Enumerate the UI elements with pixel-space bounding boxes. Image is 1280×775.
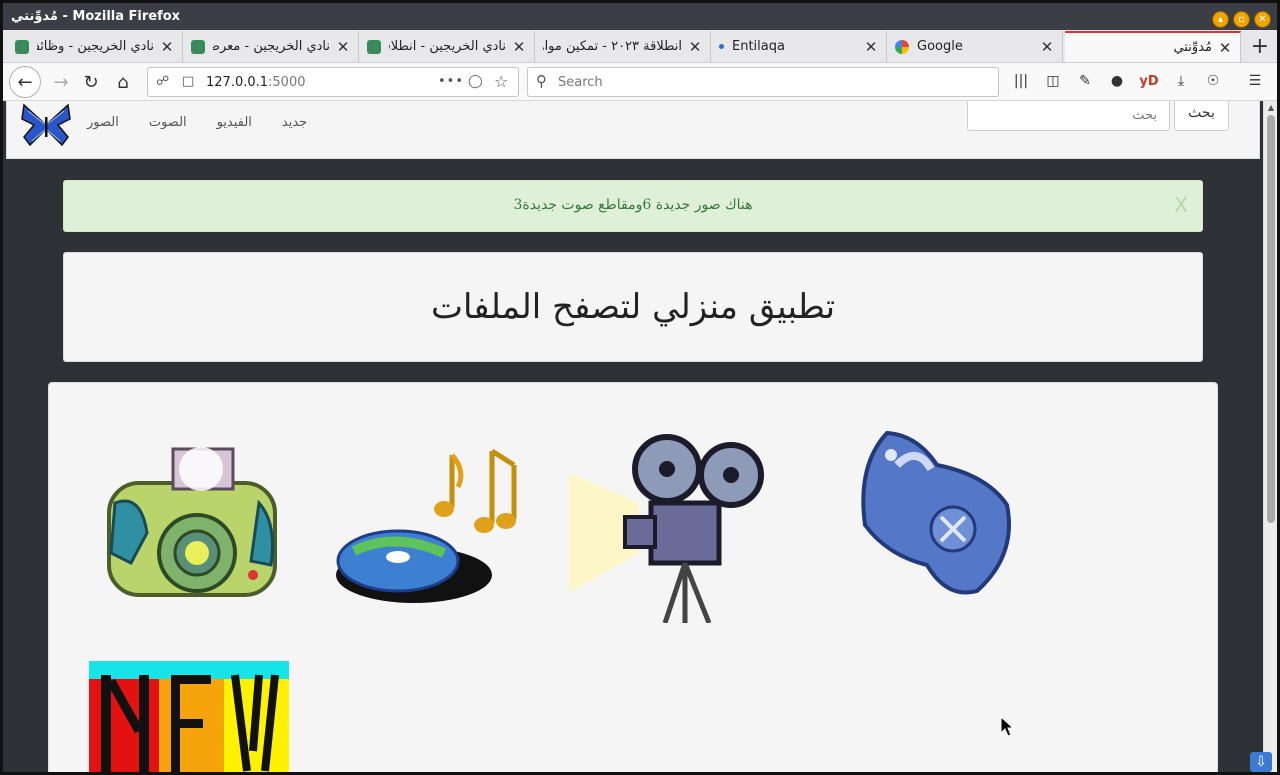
tab-label: نادي الخريجين - وظائف <box>37 39 154 54</box>
search-icon: ⚲ <box>536 72 547 90</box>
menu-icon[interactable]: ☰ <box>1245 71 1265 91</box>
minimize-icon[interactable]: ▴ <box>1212 11 1229 28</box>
butterfly-logo-icon[interactable] <box>20 103 72 147</box>
tab-label: نادي الخريجين - معرض <box>213 39 330 54</box>
download-icon[interactable]: ⤓ <box>1171 71 1191 91</box>
bookmark-star-icon[interactable]: ☆ <box>494 72 508 91</box>
back-button[interactable]: ← <box>9 66 41 98</box>
tab-alumni-launch[interactable]: نادي الخريجين - انطلاقة ✕ <box>359 31 535 62</box>
tab-label: Google <box>917 39 963 54</box>
scrollbar-thumb[interactable] <box>1267 115 1275 523</box>
tab-entilaqa[interactable]: Entilaqa ✕ <box>711 31 887 62</box>
download-helper-icon[interactable]: ☉ <box>1203 71 1223 91</box>
tab-label: Entilaqa <box>732 39 785 54</box>
mouse-cursor-icon <box>1000 716 1014 737</box>
site-search-form: بحث <box>967 101 1229 131</box>
film-projector-image[interactable] <box>569 433 765 623</box>
blue-dot-icon <box>719 44 724 49</box>
maximize-icon[interactable]: ▫ <box>1233 11 1250 28</box>
tab-label: مُدوِّنتي <box>1173 40 1212 55</box>
tab-my-blog[interactable]: مُدوِّنتي ✕ <box>1065 31 1241 62</box>
close-icon[interactable]: ✕ <box>688 38 702 56</box>
scroll-down-arrow-icon[interactable]: ⇩ <box>1250 752 1272 772</box>
close-icon[interactable]: ✕ <box>336 38 350 56</box>
page-header-card: تطبيق منزلي لتصفح الملفات <box>63 252 1203 362</box>
close-icon[interactable]: ✕ <box>512 38 526 56</box>
home-button[interactable]: ⌂ <box>109 68 137 96</box>
close-icon[interactable]: ✕ <box>1040 38 1054 56</box>
google-favicon-icon <box>895 39 909 54</box>
nav-link-new[interactable]: جديد <box>282 115 307 130</box>
media-grid <box>48 382 1218 772</box>
tab-label: انطلاقة ٢٠٢٣ - تمكين مواهب <box>543 39 682 54</box>
page-icon: □ <box>182 74 195 89</box>
page-viewport: جديد الفيديو الصوت الصور بحث هناك صور جد… <box>3 101 1263 772</box>
tab-label: نادي الخريجين - انطلاقة <box>389 39 506 54</box>
new-image[interactable] <box>89 661 289 772</box>
nav-link-audio[interactable]: الصوت <box>149 115 187 130</box>
close-icon[interactable]: ✕ <box>864 38 878 56</box>
camera-image[interactable] <box>101 443 283 607</box>
search-placeholder: Search <box>558 75 603 90</box>
window-titlebar: مُدوِّنتي - Mozilla Firefox ▴ ▫ ✕ <box>0 0 1280 30</box>
alert-message: هناك صور جديدة 6ومقاطع صوت جديدة3 <box>513 197 753 213</box>
pocket-icon[interactable]: ◯ <box>468 74 483 89</box>
shield-icon[interactable]: ☍ <box>156 74 169 89</box>
gamepad-image[interactable] <box>857 425 1013 599</box>
youtube-dl-icon[interactable]: yD <box>1139 71 1159 91</box>
music-disc-image[interactable] <box>334 435 524 607</box>
close-window-icon[interactable]: ✕ <box>1254 11 1271 28</box>
new-files-alert: هناك صور جديدة 6ومقاطع صوت جديدة3 X <box>63 180 1203 232</box>
url-bar[interactable]: ☍ □ 127.0.0.1:5000 ••• ◯ ☆ <box>147 67 519 97</box>
club-favicon-icon <box>367 39 381 54</box>
extension-balls-icon[interactable]: ● <box>1107 71 1127 91</box>
forward-button[interactable]: → <box>47 68 75 96</box>
tab-google[interactable]: Google ✕ <box>887 31 1063 62</box>
tab-strip: نادي الخريجين - وظائف ✕ نادي الخريجين - … <box>3 30 1277 63</box>
scroll-up-arrow-icon[interactable]: ▲ <box>1265 103 1277 113</box>
pen-extension-icon[interactable]: ✎ <box>1075 71 1095 91</box>
nav-link-images[interactable]: الصور <box>87 115 119 130</box>
close-icon[interactable]: ✕ <box>160 38 174 56</box>
page-actions-icon[interactable]: ••• <box>438 74 464 89</box>
navigation-toolbar: ← → ↻ ⌂ ☍ □ 127.0.0.1:5000 ••• ◯ ☆ ⚲ Sea… <box>3 63 1277 101</box>
reload-button[interactable]: ↻ <box>77 68 105 96</box>
close-icon[interactable]: ✕ <box>1218 39 1232 57</box>
search-bar[interactable]: ⚲ Search <box>527 67 999 97</box>
site-navbar: جديد الفيديو الصوت الصور بحث <box>6 101 1260 159</box>
sidebar-icon[interactable]: ◫ <box>1043 71 1063 91</box>
page-title: تطبيق منزلي لتصفح الملفات <box>430 287 836 327</box>
window-title: مُدوِّنتي - Mozilla Firefox <box>11 9 181 24</box>
new-tab-button[interactable]: + <box>1251 34 1269 59</box>
club-favicon-icon <box>15 39 29 54</box>
tab-alumni-gallery[interactable]: نادي الخريجين - معرض ✕ <box>183 31 359 62</box>
tab-entilaqa-2023[interactable]: انطلاقة ٢٠٢٣ - تمكين مواهب ✕ <box>535 31 711 62</box>
url-text[interactable]: 127.0.0.1:5000 <box>206 75 306 90</box>
site-search-button[interactable]: بحث <box>1174 101 1229 131</box>
alert-close-button[interactable]: X <box>1174 193 1188 217</box>
nav-link-videos[interactable]: الفيديو <box>217 115 252 130</box>
club-favicon-icon <box>191 39 205 54</box>
site-search-input[interactable] <box>967 101 1170 131</box>
library-icon[interactable]: ||| <box>1011 71 1031 91</box>
page-scrollbar[interactable]: ▲ <box>1263 101 1277 772</box>
tab-alumni-jobs[interactable]: نادي الخريجين - وظائف ✕ <box>7 31 183 62</box>
